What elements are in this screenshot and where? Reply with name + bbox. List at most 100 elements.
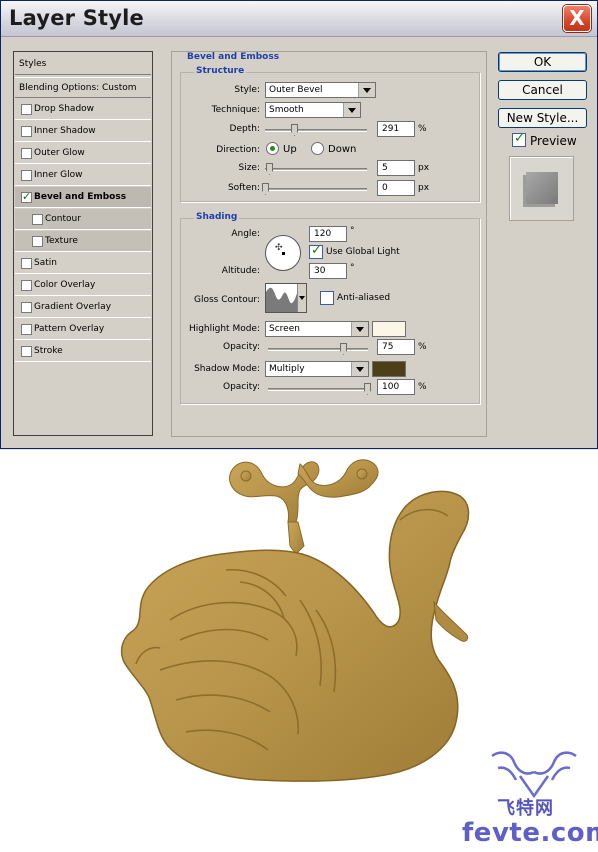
highlight-mode-value: Screen — [269, 324, 300, 334]
highlight-opacity-value: 75 — [382, 342, 394, 352]
drop-shadow-label: Drop Shadow — [34, 104, 95, 114]
chevron-down-icon — [297, 284, 306, 312]
list-item-texture[interactable]: Texture — [15, 231, 151, 252]
shadow-color-swatch[interactable] — [372, 361, 406, 377]
size-slider[interactable] — [265, 163, 367, 175]
highlight-opacity-slider[interactable] — [268, 343, 368, 355]
cancel-button[interactable]: Cancel — [498, 80, 587, 100]
watermark-chinese-text: 飞特网 — [497, 798, 554, 819]
angle-dial[interactable]: ✣ — [265, 235, 301, 271]
structure-title: Structure — [194, 66, 247, 76]
bevel-emboss-checkbox[interactable] — [21, 190, 32, 203]
direction-up-label: Up — [283, 144, 297, 155]
filigree-ornament — [229, 459, 379, 555]
styles-list: Styles Blending Options: Custom Drop Sha… — [13, 51, 153, 436]
list-item-inner-shadow[interactable]: Inner Shadow — [15, 121, 151, 142]
technique-dropdown[interactable]: Smooth — [265, 102, 361, 118]
satin-checkbox[interactable] — [21, 258, 32, 269]
stroke-checkbox[interactable] — [21, 346, 32, 357]
new-style-button[interactable]: New Style... — [498, 108, 587, 128]
texture-label: Texture — [45, 236, 78, 246]
color-overlay-checkbox[interactable] — [21, 280, 32, 291]
shadow-mode-value: Multiply — [269, 364, 305, 374]
contour-curve-icon — [266, 287, 298, 312]
size-label: Size: — [238, 163, 260, 173]
style-dropdown[interactable]: Outer Bevel — [265, 82, 376, 98]
close-button[interactable]: X — [563, 5, 591, 32]
altitude-unit: ° — [350, 263, 355, 273]
fevte-logo-icon — [491, 751, 577, 799]
list-item-satin[interactable]: Satin — [15, 253, 151, 274]
use-global-light-checkbox[interactable] — [309, 243, 323, 259]
watermark-text: fevte.com — [462, 818, 598, 848]
list-item-bevel-and-emboss[interactable]: Bevel and Emboss — [15, 187, 151, 208]
outer-glow-checkbox[interactable] — [21, 148, 32, 159]
shadow-opacity-value: 100 — [382, 382, 400, 392]
altitude-field[interactable]: 30 — [309, 263, 347, 279]
list-item-drop-shadow[interactable]: Drop Shadow — [15, 99, 151, 120]
styles-header[interactable]: Styles — [15, 53, 151, 75]
blending-options-label: Blending Options: Custom — [19, 83, 137, 93]
shadow-opacity-unit: % — [418, 382, 427, 392]
inner-shadow-checkbox[interactable] — [21, 126, 32, 137]
list-item-outer-glow[interactable]: Outer Glow — [15, 143, 151, 164]
highlight-opacity-label: Opacity: — [223, 342, 260, 352]
list-item-contour[interactable]: Contour — [15, 209, 151, 230]
list-item-stroke[interactable]: Stroke — [15, 341, 151, 362]
angle-unit: ° — [350, 226, 355, 236]
dialog-title: Layer Style — [9, 6, 144, 30]
direction-up-radio[interactable] — [266, 142, 279, 155]
stroke-label: Stroke — [34, 346, 63, 356]
gold-swan-pendant-artwork — [120, 459, 577, 799]
altitude-value: 30 — [314, 266, 326, 276]
gradient-overlay-checkbox[interactable] — [21, 302, 32, 313]
highlight-mode-dropdown[interactable]: Screen — [265, 321, 369, 337]
contour-label: Contour — [45, 214, 81, 224]
technique-label: Technique: — [211, 105, 260, 115]
section-title: Bevel and Emboss — [185, 52, 282, 62]
angle-value: 120 — [314, 229, 332, 239]
list-item-gradient-overlay[interactable]: Gradient Overlay — [15, 297, 151, 318]
satin-label: Satin — [34, 258, 57, 268]
soften-slider[interactable] — [262, 183, 367, 195]
highlight-color-swatch[interactable] — [372, 321, 406, 337]
drop-shadow-checkbox[interactable] — [21, 104, 32, 115]
size-field[interactable]: 5 — [377, 160, 415, 176]
texture-checkbox[interactable] — [32, 236, 43, 247]
direction-down-radio[interactable] — [311, 142, 324, 155]
blending-options-item[interactable]: Blending Options: Custom — [15, 77, 151, 98]
styles-header-label: Styles — [19, 59, 47, 69]
depth-value: 291 — [382, 124, 400, 134]
depth-slider[interactable] — [265, 124, 367, 136]
depth-field[interactable]: 291 — [377, 121, 415, 137]
anti-aliased-checkbox[interactable] — [320, 291, 334, 305]
preview-checkbox[interactable] — [512, 131, 526, 147]
ok-button[interactable]: OK — [498, 52, 587, 72]
inner-shadow-label: Inner Shadow — [34, 126, 96, 136]
soften-field[interactable]: 0 — [377, 180, 415, 196]
shadow-mode-label: Shadow Mode: — [194, 364, 260, 374]
gloss-contour-picker[interactable] — [265, 283, 307, 313]
color-overlay-label: Color Overlay — [34, 280, 96, 290]
shadow-opacity-slider[interactable] — [268, 383, 371, 395]
pattern-overlay-checkbox[interactable] — [21, 324, 32, 335]
list-item-color-overlay[interactable]: Color Overlay — [15, 275, 151, 296]
layer-style-dialog: Layer Style X Styles Blending Options: C… — [0, 0, 598, 449]
inner-glow-checkbox[interactable] — [21, 170, 32, 181]
highlight-mode-label: Highlight Mode: — [188, 324, 260, 334]
depth-unit: % — [418, 124, 427, 134]
angle-field[interactable]: 120 — [309, 226, 347, 242]
size-value: 5 — [382, 163, 388, 173]
list-item-inner-glow[interactable]: Inner Glow — [15, 165, 151, 186]
shadow-mode-dropdown[interactable]: Multiply — [265, 361, 369, 377]
soften-value: 0 — [382, 183, 388, 193]
highlight-opacity-field[interactable]: 75 — [377, 339, 415, 355]
shadow-opacity-field[interactable]: 100 — [377, 379, 415, 395]
contour-checkbox[interactable] — [32, 214, 43, 225]
pattern-overlay-label: Pattern Overlay — [34, 324, 105, 334]
direction-label: Direction: — [216, 145, 260, 155]
list-item-pattern-overlay[interactable]: Pattern Overlay — [15, 319, 151, 340]
style-label: Style: — [234, 85, 260, 95]
anti-aliased-label: Anti-aliased — [337, 293, 391, 303]
gloss-contour-label: Gloss Contour: — [193, 295, 260, 305]
